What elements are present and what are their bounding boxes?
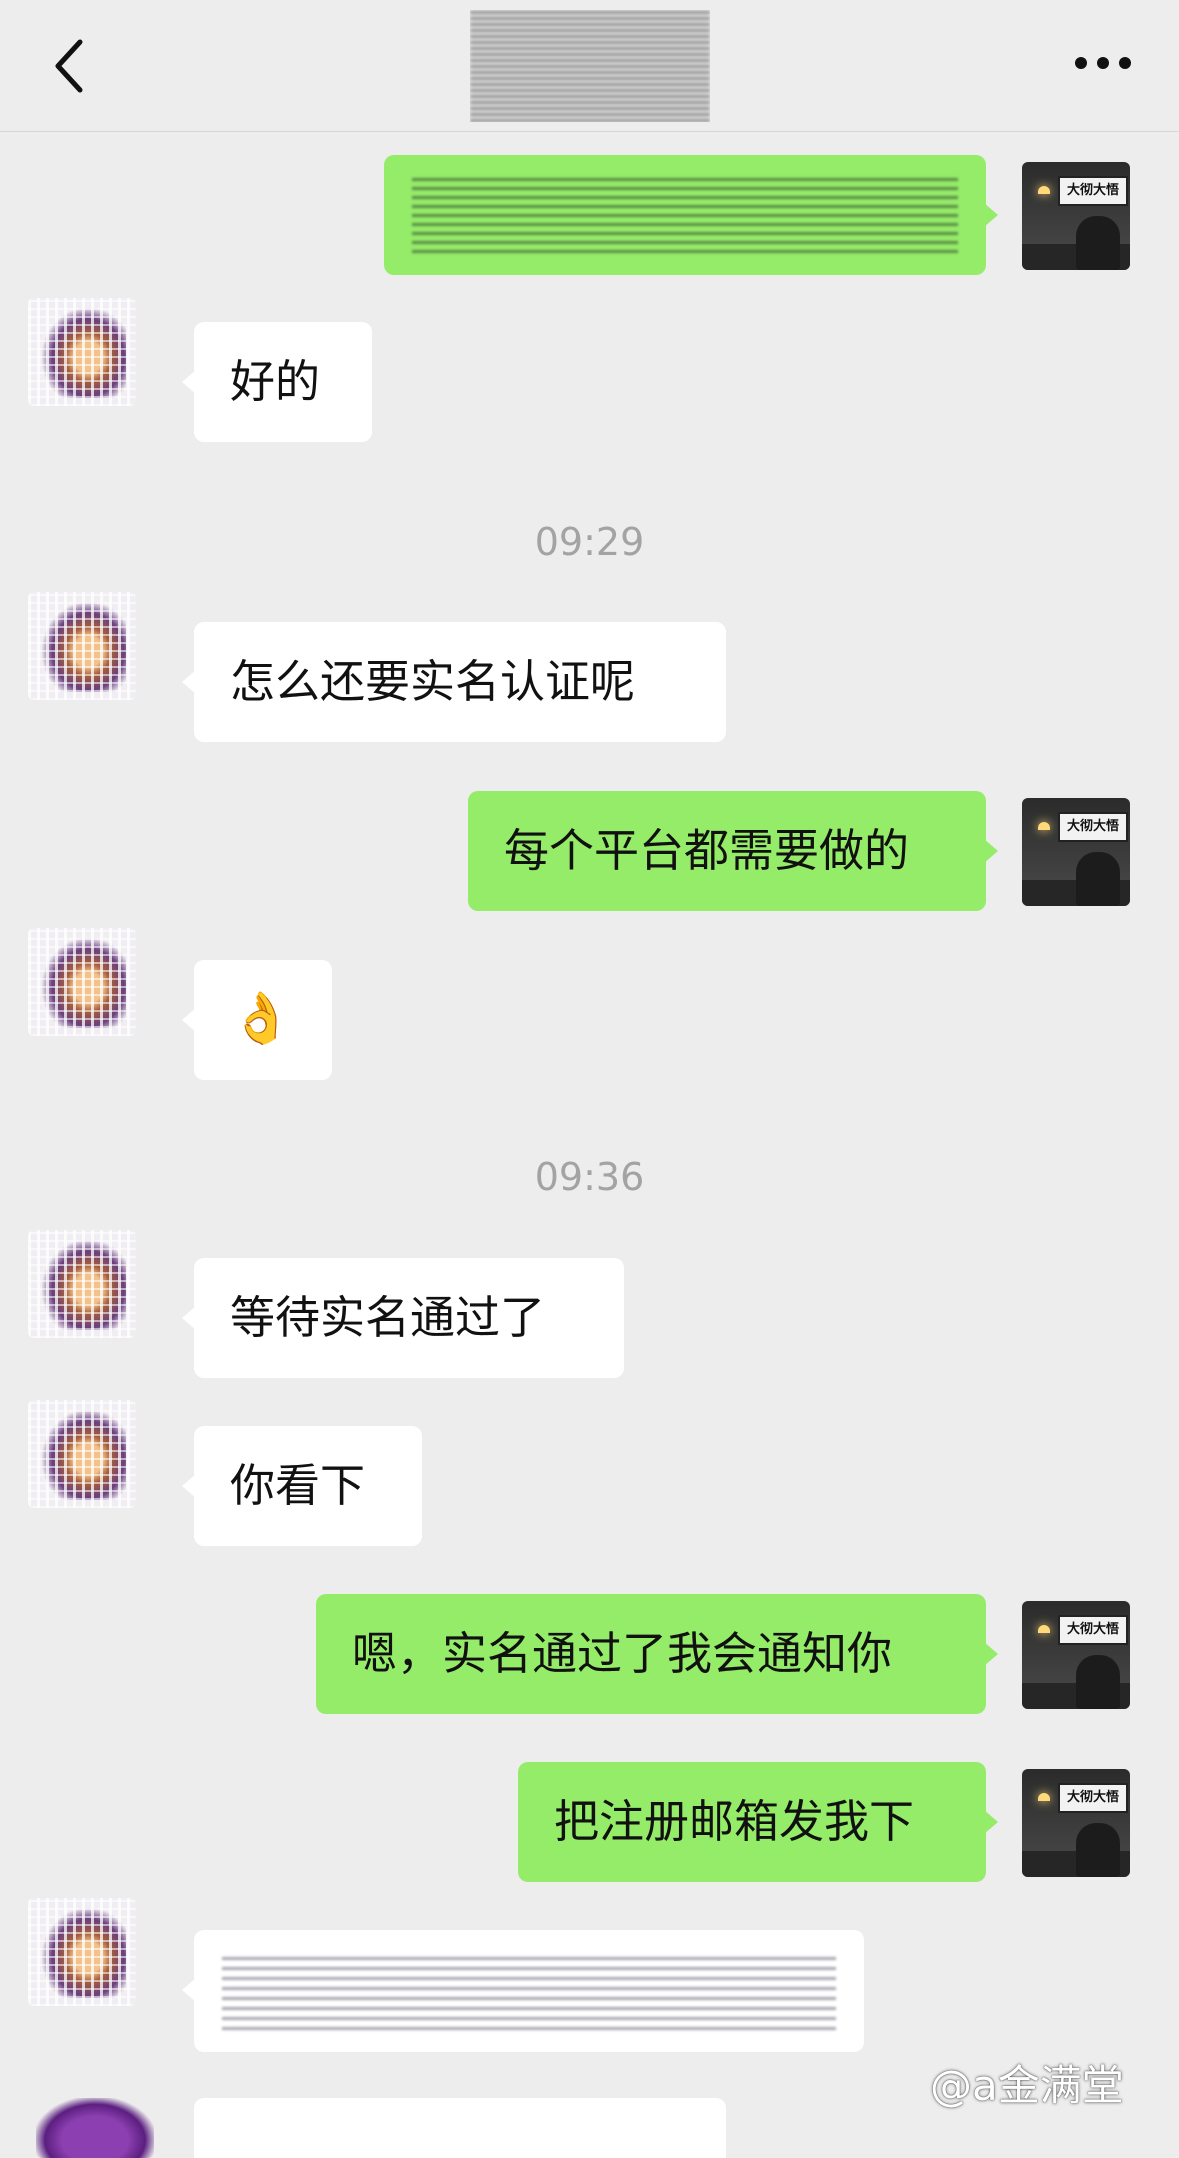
my-avatar[interactable]: 大彻大悟 (1022, 798, 1130, 906)
message-text: 每个平台都需要做的 (504, 824, 910, 877)
message-bubble-other[interactable]: 好的 (182, 322, 372, 442)
more-button[interactable] (1073, 55, 1133, 71)
timestamp: 09:29 (534, 520, 645, 564)
message-text: 好的 (230, 355, 321, 408)
contact-avatar[interactable] (28, 592, 136, 700)
redacted-text (412, 177, 958, 253)
chevron-left-icon (55, 39, 83, 93)
contact-avatar[interactable] (28, 1400, 136, 1508)
more-horizontal-icon (1075, 57, 1131, 69)
my-avatar[interactable]: 大彻大悟 (1022, 162, 1130, 270)
watermark: @a金满堂 (930, 2061, 1124, 2110)
message-text: 把注册邮箱发我下 (554, 1795, 915, 1848)
back-button[interactable] (48, 36, 96, 96)
message-text: 你看下 (230, 1459, 366, 1512)
contact-avatar[interactable] (36, 2098, 154, 2158)
message-bubble-me[interactable]: 嗯，实名通过了我会通知你 (316, 1594, 998, 1714)
message-bubble-other[interactable]: 等待实名通过了 (182, 1258, 624, 1378)
message-text: 怎么还要实名认证呢 (230, 655, 636, 708)
message-bubble-other[interactable] (194, 2098, 726, 2158)
title-redaction (470, 10, 710, 122)
chat-header (0, 0, 1179, 132)
message-bubble-me[interactable]: 把注册邮箱发我下 (518, 1762, 998, 1882)
message-bubble-other[interactable]: 你看下 (182, 1426, 422, 1546)
contact-avatar[interactable] (28, 1898, 136, 2006)
timestamp: 09:36 (534, 1155, 645, 1199)
contact-avatar[interactable] (28, 298, 136, 406)
message-text: 嗯，实名通过了我会通知你 (352, 1627, 893, 1680)
message-bubble-other[interactable]: 怎么还要实名认证呢 (182, 622, 726, 742)
message-text: 等待实名通过了 (230, 1291, 546, 1344)
my-avatar[interactable]: 大彻大悟 (1022, 1769, 1130, 1877)
chat-title (470, 10, 710, 122)
redacted-text (222, 1952, 836, 2030)
message-bubble-me[interactable]: 每个平台都需要做的 (468, 791, 998, 911)
message-bubble-other[interactable]: 👌 (182, 960, 332, 1080)
contact-avatar[interactable] (28, 1230, 136, 1338)
contact-avatar[interactable] (28, 928, 136, 1036)
message-bubble-me[interactable] (384, 155, 998, 275)
message-bubble-other[interactable] (182, 1930, 864, 2052)
my-avatar[interactable]: 大彻大悟 (1022, 1601, 1130, 1709)
ok-hand-emoji: 👌 (230, 989, 293, 1047)
